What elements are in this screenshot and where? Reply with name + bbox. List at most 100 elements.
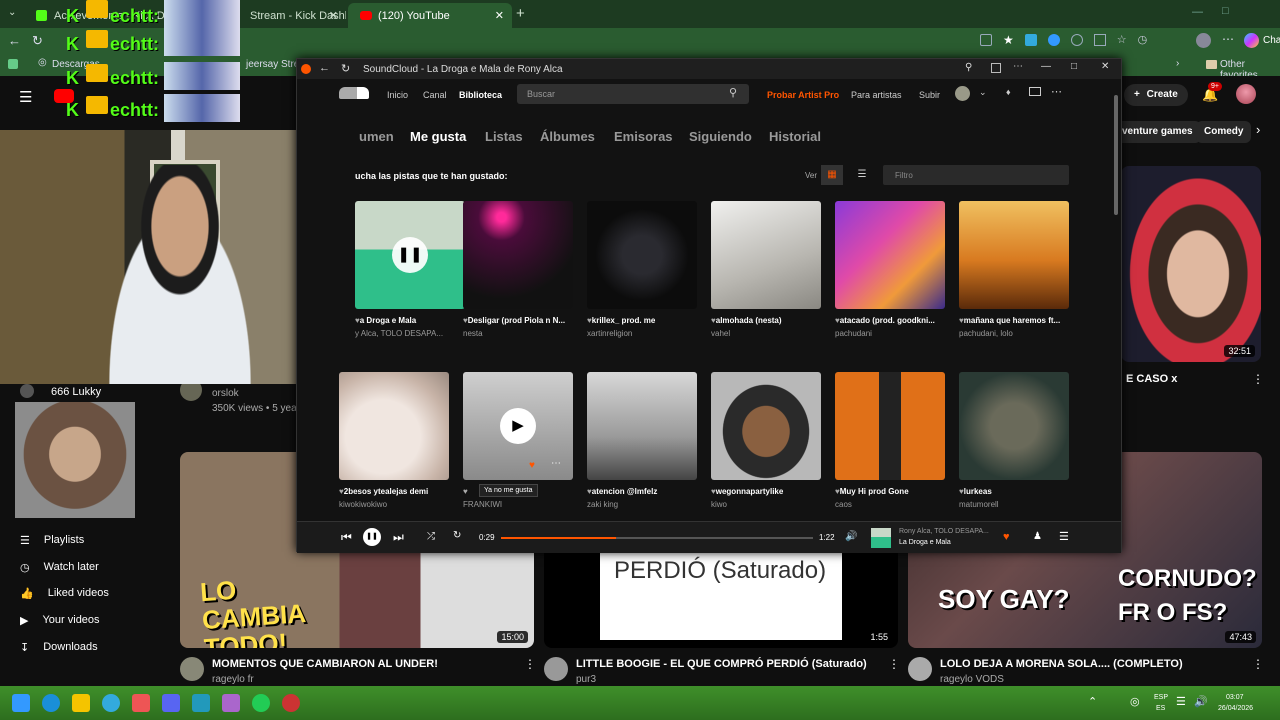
video-title[interactable]: MOMENTOS QUE CAMBIARON AL UNDER! bbox=[212, 658, 438, 670]
minimize-icon[interactable]: — bbox=[1041, 61, 1051, 72]
for-artists-link[interactable]: Para artistas bbox=[851, 90, 902, 100]
app-menu-icon[interactable] bbox=[991, 63, 1001, 73]
track-artist[interactable]: kiwo bbox=[711, 500, 821, 509]
messages-icon[interactable] bbox=[1029, 87, 1041, 96]
windows-start-icon[interactable] bbox=[12, 694, 30, 712]
progress-track[interactable] bbox=[501, 537, 813, 539]
extension-icon[interactable] bbox=[1047, 34, 1060, 46]
track-cover[interactable] bbox=[587, 201, 697, 309]
tab-playlists[interactable]: Listas bbox=[485, 129, 523, 144]
minimize-icon[interactable]: — bbox=[1192, 6, 1203, 18]
tray-chevron-icon[interactable]: ⌃ bbox=[1088, 695, 1097, 708]
track-artist[interactable]: matumorell bbox=[959, 500, 1069, 509]
more-icon[interactable]: ⋯ bbox=[1013, 61, 1023, 72]
track-cover[interactable] bbox=[587, 372, 697, 480]
sidebar-item-liked-videos[interactable]: 👍 Liked videos bbox=[20, 583, 109, 603]
chevron-down-icon[interactable]: ⌄ bbox=[979, 87, 987, 98]
app-taskbar-icon[interactable] bbox=[132, 694, 150, 712]
video-channel[interactable]: orslok bbox=[212, 388, 239, 399]
refresh-icon[interactable]: ↻ bbox=[32, 33, 43, 49]
scrollbar-thumb[interactable] bbox=[1114, 95, 1118, 215]
pause-button[interactable]: ❚❚ bbox=[392, 237, 428, 273]
video-more-icon[interactable]: ⋮ bbox=[1252, 372, 1264, 386]
repeat-icon[interactable]: ↻ bbox=[453, 530, 461, 541]
track-artist[interactable]: caos bbox=[835, 500, 945, 509]
user-avatar[interactable] bbox=[955, 86, 970, 101]
track-artist[interactable]: y Alca, TOLO DESAPA... bbox=[355, 329, 465, 338]
track-title[interactable]: atencion @lmfelz bbox=[587, 487, 697, 496]
search-input[interactable]: Buscar ⚲ bbox=[517, 84, 749, 104]
chevron-right-icon[interactable]: › bbox=[1176, 58, 1179, 69]
app-taskbar-icon[interactable] bbox=[282, 694, 300, 712]
track-title[interactable]: krillex_ prod. me bbox=[587, 316, 697, 325]
scrollbar[interactable] bbox=[1113, 85, 1119, 515]
hamburger-menu-icon[interactable]: ☰ bbox=[19, 88, 32, 106]
track-card[interactable]: 2besos ytealejas demi kiwokiwokiwo bbox=[339, 372, 449, 509]
track-cover[interactable] bbox=[339, 372, 449, 480]
track-card[interactable]: wegonnapartylike kiwo bbox=[711, 372, 821, 509]
close-icon[interactable]: ✕ bbox=[1101, 61, 1109, 72]
history-icon[interactable]: ◷ bbox=[1138, 34, 1148, 48]
track-card[interactable]: atacado (prod. goodkni... pachudani bbox=[835, 201, 945, 338]
sidebar-item-watch-later[interactable]: ◷ Watch later bbox=[20, 557, 99, 577]
edge-taskbar-icon[interactable] bbox=[42, 694, 60, 712]
video-more-icon[interactable]: ⋮ bbox=[524, 657, 536, 671]
copilot-icon[interactable] bbox=[1244, 33, 1259, 48]
close-tab-icon[interactable]: ✕ bbox=[495, 9, 504, 22]
track-card[interactable]: krillex_ prod. me xartinreligion bbox=[587, 201, 697, 338]
track-card[interactable]: ▶ ♥ ⋯ Ya no me gusta FRANKIWI bbox=[463, 372, 573, 509]
more-icon[interactable]: ⋯ bbox=[1051, 85, 1062, 98]
track-artist[interactable]: pachudani bbox=[835, 329, 945, 338]
track-title[interactable]: wegonnapartylike bbox=[711, 487, 821, 496]
track-title[interactable]: atacado (prod. goodkni... bbox=[835, 316, 945, 325]
sidebar-subscription-lukky[interactable]: 666 Lukky bbox=[51, 386, 101, 398]
split-screen-icon[interactable] bbox=[1093, 34, 1106, 46]
whatsapp-taskbar-icon[interactable] bbox=[252, 694, 270, 712]
track-title[interactable]: a Droga e Mala bbox=[355, 316, 465, 325]
file-explorer-icon[interactable] bbox=[72, 694, 90, 712]
zoom-icon[interactable]: ⚲ bbox=[965, 62, 972, 73]
more-icon[interactable]: ⋯ bbox=[551, 458, 561, 469]
track-cover[interactable] bbox=[711, 201, 821, 309]
chip-venture-games[interactable]: venture games bbox=[1114, 121, 1201, 143]
track-card[interactable]: atencion @lmfelz zaki king bbox=[587, 372, 697, 509]
track-card[interactable]: lurkeas matumorell bbox=[959, 372, 1069, 509]
track-cover[interactable] bbox=[835, 372, 945, 480]
track-artist[interactable]: vahel bbox=[711, 329, 821, 338]
language-indicator[interactable]: ESP bbox=[1154, 694, 1168, 701]
now-playing-cover[interactable] bbox=[871, 528, 891, 548]
video-channel[interactable]: rageylo fr bbox=[212, 674, 254, 685]
now-playing-artist[interactable]: Rony Alca, TOLO DESAPA... bbox=[899, 528, 989, 535]
extension-icon[interactable] bbox=[980, 34, 992, 46]
track-card[interactable]: almohada (nesta) vahel bbox=[711, 201, 821, 338]
app-taskbar-icon[interactable] bbox=[192, 694, 210, 712]
extension-icon[interactable] bbox=[1070, 34, 1083, 46]
like-heart-icon[interactable]: ♥ bbox=[1003, 531, 1010, 543]
new-tab-button[interactable]: + bbox=[516, 5, 525, 22]
track-title[interactable]: 2besos ytealejas demi bbox=[339, 487, 449, 496]
sidebar-item-your-videos[interactable]: ▶ Your videos bbox=[20, 610, 100, 630]
back-icon[interactable]: ← bbox=[8, 33, 21, 48]
channel-avatar[interactable] bbox=[180, 657, 204, 681]
track-artist[interactable]: zaki king bbox=[587, 500, 697, 509]
chip-comedy[interactable]: Comedy bbox=[1196, 121, 1252, 143]
nav-library[interactable]: Biblioteca bbox=[459, 90, 502, 100]
star-icon[interactable]: ★ bbox=[1003, 34, 1014, 48]
nav-home[interactable]: Inicio bbox=[387, 90, 408, 100]
back-icon[interactable]: ← bbox=[319, 62, 330, 74]
track-title[interactable]: mañana que haremos ft... bbox=[959, 316, 1069, 325]
track-card[interactable]: ❚❚ a Droga e Mala y Alca, TOLO DESAPA... bbox=[355, 201, 465, 338]
track-artist[interactable]: nesta bbox=[463, 329, 573, 338]
tab-albums[interactable]: Álbumes bbox=[540, 129, 595, 144]
track-artist[interactable]: kiwokiwokiwo bbox=[339, 500, 449, 509]
soundcloud-logo-icon[interactable] bbox=[339, 87, 369, 99]
track-cover[interactable] bbox=[835, 201, 945, 309]
nav-feed[interactable]: Canal bbox=[423, 90, 447, 100]
track-title[interactable]: lurkeas bbox=[959, 487, 1069, 496]
track-artist[interactable]: FRANKIWI bbox=[463, 500, 573, 509]
next-icon[interactable]: ⏭ bbox=[393, 530, 404, 545]
track-cover[interactable]: ❚❚ bbox=[355, 201, 465, 309]
pause-button[interactable]: ❚❚ bbox=[363, 528, 381, 546]
clock-time[interactable]: 03:07 bbox=[1226, 694, 1244, 701]
user-avatar[interactable] bbox=[1236, 84, 1256, 104]
